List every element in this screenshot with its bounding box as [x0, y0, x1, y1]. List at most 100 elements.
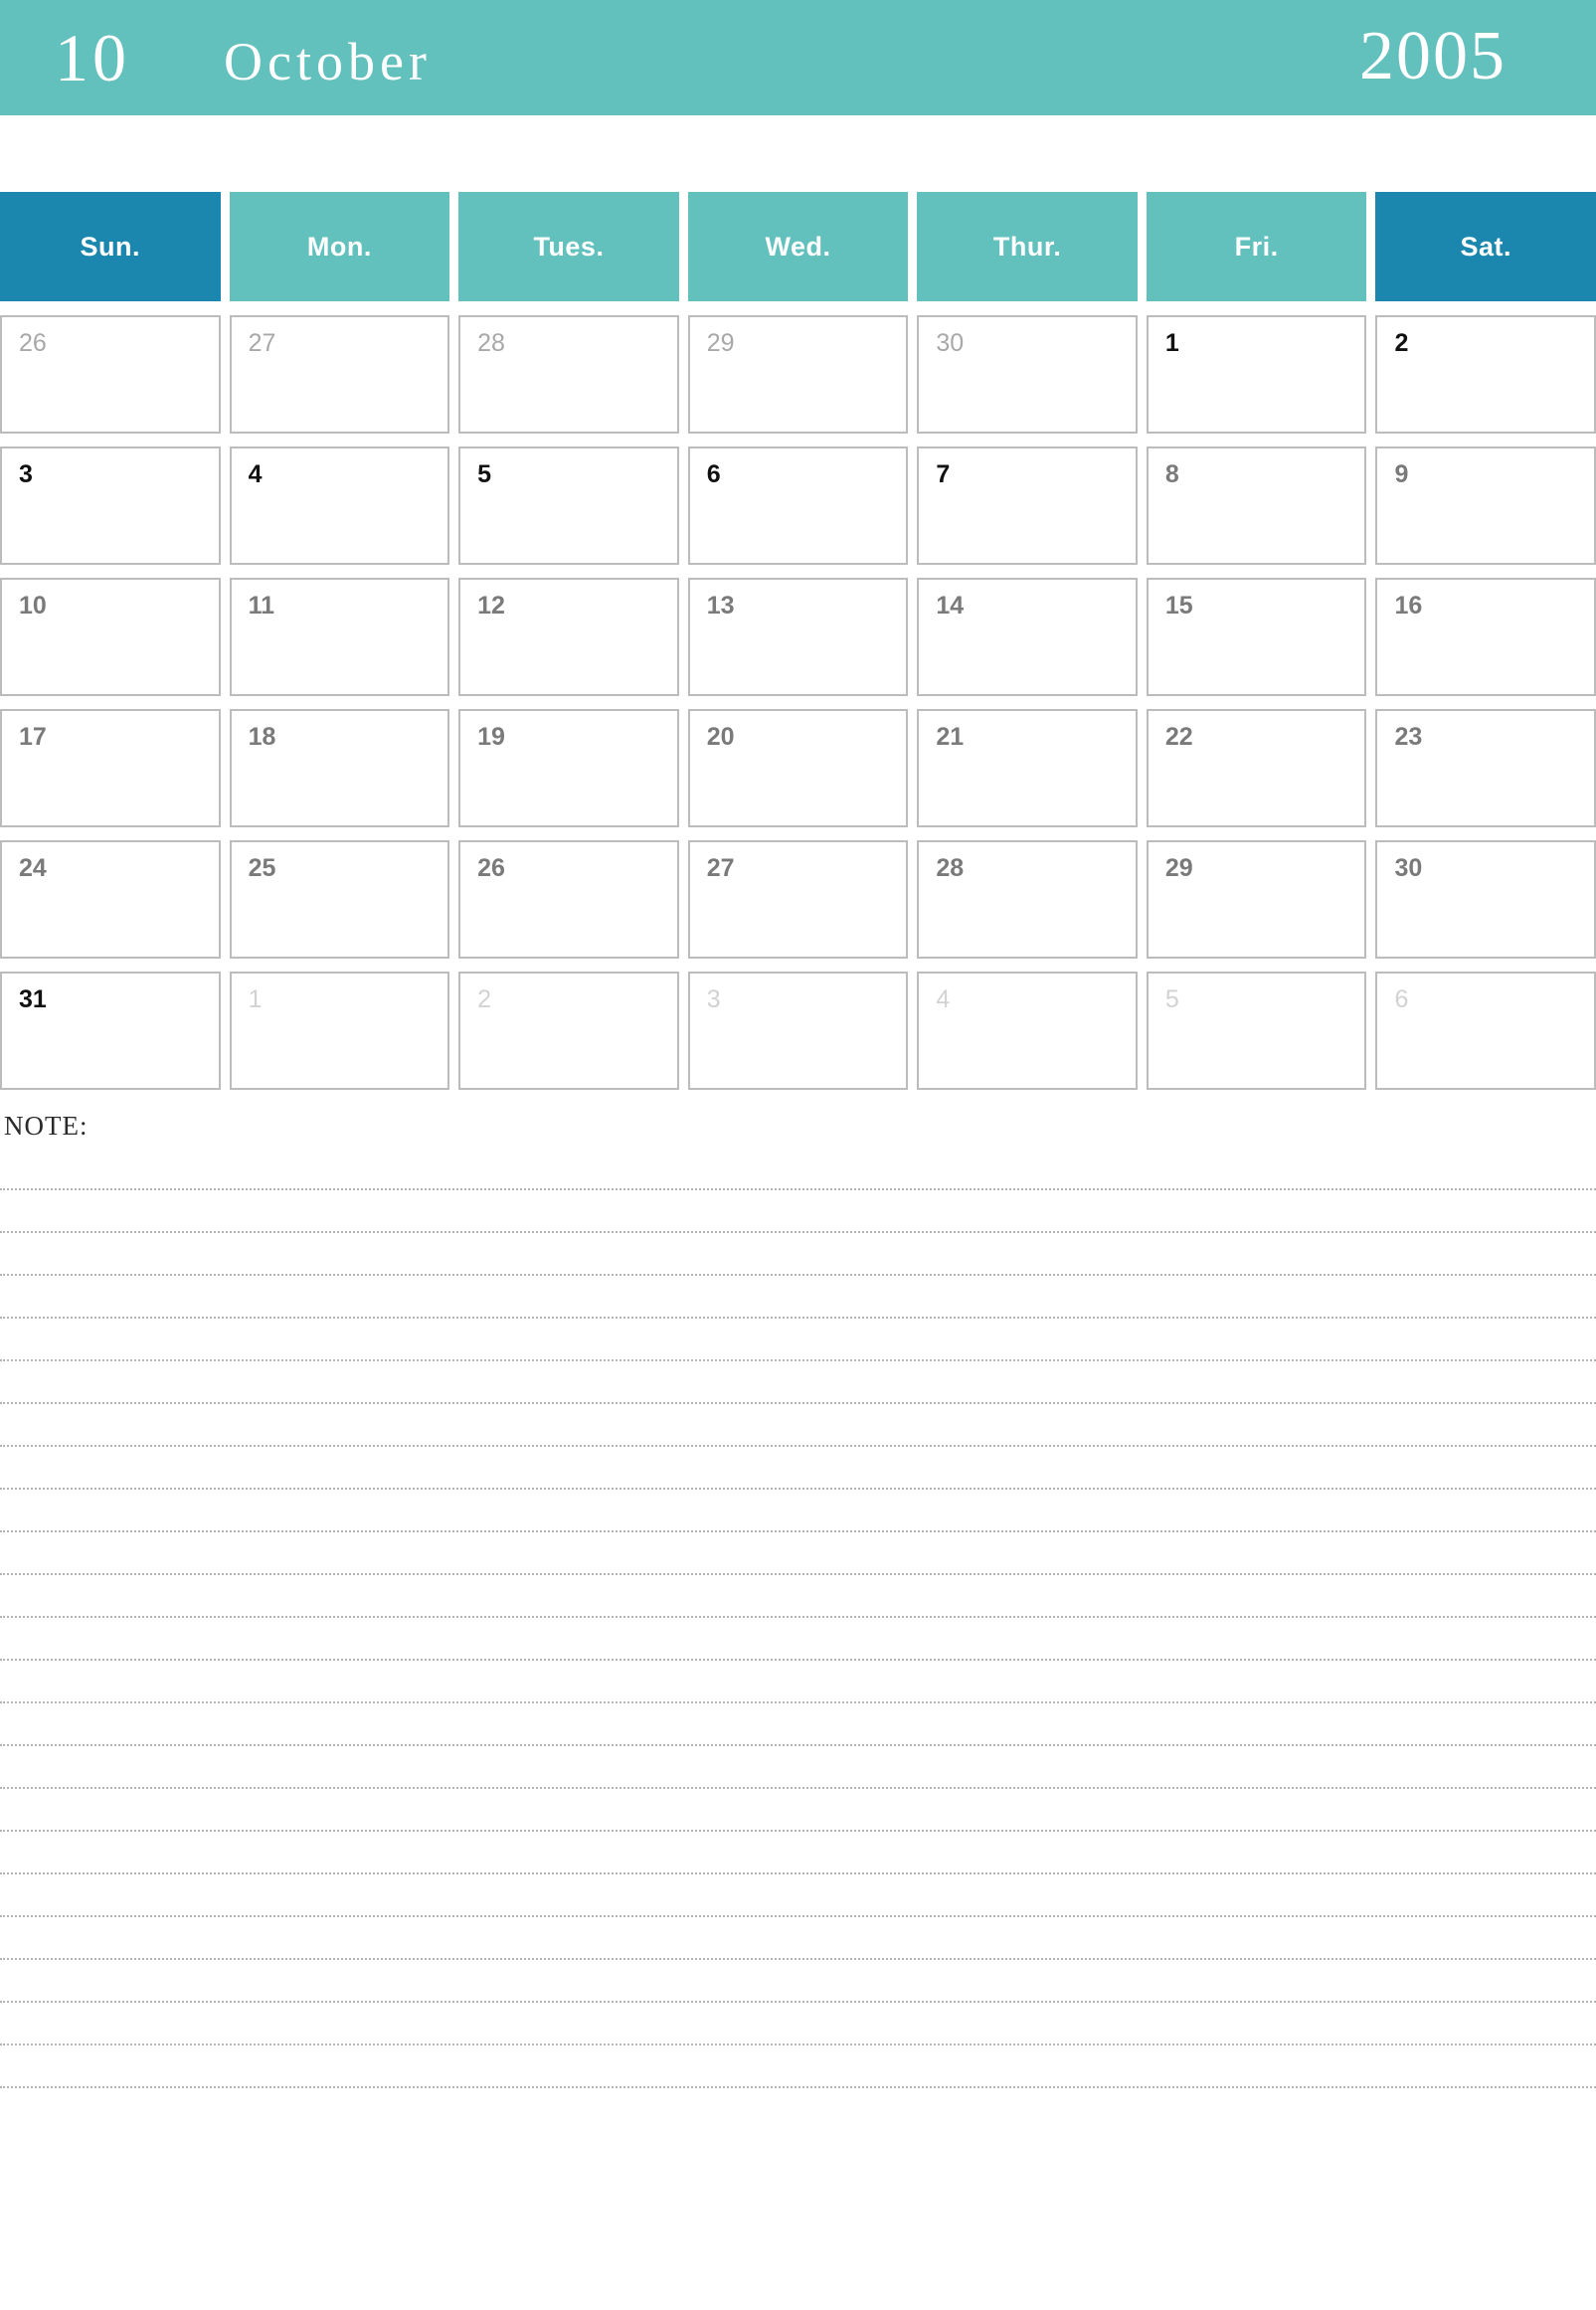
day-number: 1 [1164, 329, 1179, 357]
week-row: 3 4 5 6 7 8 9 [0, 446, 1596, 565]
weekday-label: Mon. [306, 231, 372, 262]
day-cell[interactable]: 22 [1146, 709, 1367, 827]
day-cell[interactable]: 3 [0, 446, 221, 565]
day-cell[interactable]: 30 [1375, 840, 1596, 959]
day-number: 14 [936, 592, 965, 620]
day-cell[interactable]: 12 [458, 578, 679, 696]
day-cell[interactable]: 28 [458, 315, 679, 434]
week-row: 10 11 12 13 14 15 16 [0, 578, 1596, 696]
note-line[interactable] [0, 1148, 1596, 1190]
day-number: 28 [936, 854, 965, 882]
day-cell[interactable]: 20 [687, 709, 909, 827]
day-number: 11 [248, 592, 275, 620]
day-cell[interactable]: 15 [1146, 578, 1367, 696]
day-number: 26 [19, 329, 47, 357]
note-line[interactable] [0, 1661, 1596, 1703]
day-cell[interactable]: 21 [917, 709, 1138, 827]
day-cell[interactable]: 8 [1146, 446, 1367, 565]
day-cell[interactable]: 16 [1375, 578, 1596, 696]
day-number: 21 [936, 723, 965, 751]
day-cell[interactable]: 13 [687, 578, 909, 696]
weekday-header-fri: Fri. [1146, 192, 1367, 301]
note-line[interactable] [0, 1276, 1596, 1319]
day-cell[interactable]: 9 [1375, 446, 1596, 565]
day-number: 2 [477, 985, 492, 1013]
day-cell[interactable]: 29 [1146, 840, 1367, 959]
note-line[interactable] [0, 1319, 1596, 1361]
day-cell[interactable]: 6 [687, 446, 909, 565]
day-number: 9 [1394, 460, 1409, 488]
day-number: 31 [19, 985, 47, 1013]
day-number: 26 [477, 854, 505, 882]
note-line[interactable] [0, 1575, 1596, 1618]
weekday-header-thur: Thur. [917, 192, 1138, 301]
day-cell[interactable]: 4 [917, 972, 1138, 1090]
note-label: NOTE: [4, 1111, 89, 1141]
weekday-header-row: Sun. Mon. Tues. Wed. Thur. Fri. Sat. [0, 192, 1596, 301]
note-line[interactable] [0, 1746, 1596, 1789]
day-cell[interactable]: 1 [229, 972, 450, 1090]
day-cell[interactable]: 29 [687, 315, 909, 434]
weekday-header-sat: Sat. [1375, 192, 1596, 301]
day-cell[interactable]: 3 [687, 972, 909, 1090]
day-cell[interactable]: 25 [229, 840, 450, 959]
note-line[interactable] [0, 1361, 1596, 1404]
day-cell[interactable]: 6 [1375, 972, 1596, 1090]
note-line[interactable] [0, 1490, 1596, 1532]
header-month-name: October [224, 32, 432, 91]
note-ruled-lines[interactable] [0, 1148, 1596, 2088]
note-line[interactable] [0, 1532, 1596, 1575]
note-line[interactable] [0, 1874, 1596, 1917]
day-cell[interactable]: 18 [229, 709, 450, 827]
week-row: 31 1 2 3 4 5 6 [0, 972, 1596, 1090]
day-number: 4 [936, 985, 951, 1013]
note-line[interactable] [0, 1404, 1596, 1447]
day-number: 5 [477, 460, 492, 488]
note-line[interactable] [0, 1190, 1596, 1233]
note-line[interactable] [0, 1618, 1596, 1661]
day-cell[interactable]: 27 [687, 840, 909, 959]
week-row: 26 27 28 29 30 1 2 [0, 315, 1596, 434]
day-number: 18 [248, 723, 276, 751]
day-cell[interactable]: 14 [917, 578, 1138, 696]
day-cell[interactable]: 26 [458, 840, 679, 959]
day-cell[interactable]: 27 [229, 315, 450, 434]
note-line[interactable] [0, 1960, 1596, 2003]
note-line[interactable] [0, 1233, 1596, 1276]
note-line[interactable] [0, 1832, 1596, 1874]
day-cell[interactable]: 10 [0, 578, 221, 696]
day-cell[interactable]: 26 [0, 315, 221, 434]
day-cell[interactable]: 23 [1375, 709, 1596, 827]
day-cell[interactable]: 5 [458, 446, 679, 565]
note-line[interactable] [0, 1703, 1596, 1746]
note-line[interactable] [0, 2003, 1596, 2045]
note-line[interactable] [0, 1447, 1596, 1490]
day-cell[interactable]: 31 [0, 972, 221, 1090]
calendar-page: 10 October 2005 Sun. Mon. Tues. Wed. Thur. Fr… [0, 0, 1596, 2310]
day-cell[interactable]: 28 [917, 840, 1138, 959]
day-cell[interactable]: 30 [917, 315, 1138, 434]
day-cell[interactable]: 2 [1375, 315, 1596, 434]
day-cell[interactable]: 5 [1146, 972, 1367, 1090]
day-cell[interactable]: 17 [0, 709, 221, 827]
week-row: 17 18 19 20 21 22 23 [0, 709, 1596, 827]
header-year: 2005 [1359, 18, 1507, 94]
day-cell[interactable]: 11 [229, 578, 450, 696]
weekday-header-sun: Sun. [0, 192, 221, 301]
day-number: 6 [1394, 985, 1409, 1013]
day-cell[interactable]: 4 [229, 446, 450, 565]
note-line[interactable] [0, 1917, 1596, 1960]
day-cell[interactable]: 2 [458, 972, 679, 1090]
day-cell[interactable]: 7 [917, 446, 1138, 565]
note-line[interactable] [0, 2045, 1596, 2088]
day-number: 15 [1164, 592, 1193, 620]
day-number: 12 [477, 592, 505, 620]
day-cell[interactable]: 1 [1146, 315, 1367, 434]
weekday-label: Thur. [992, 231, 1062, 262]
weekday-label: Tues. [533, 231, 605, 262]
note-line[interactable] [0, 1789, 1596, 1832]
day-cell[interactable]: 19 [458, 709, 679, 827]
day-number: 8 [1164, 460, 1179, 488]
day-cell[interactable]: 24 [0, 840, 221, 959]
calendar-day-grid: 26 27 28 29 30 1 2 3 4 5 6 7 8 9 10 11 12 13 14 15 16 17 18 19 2… [0, 315, 1596, 1090]
